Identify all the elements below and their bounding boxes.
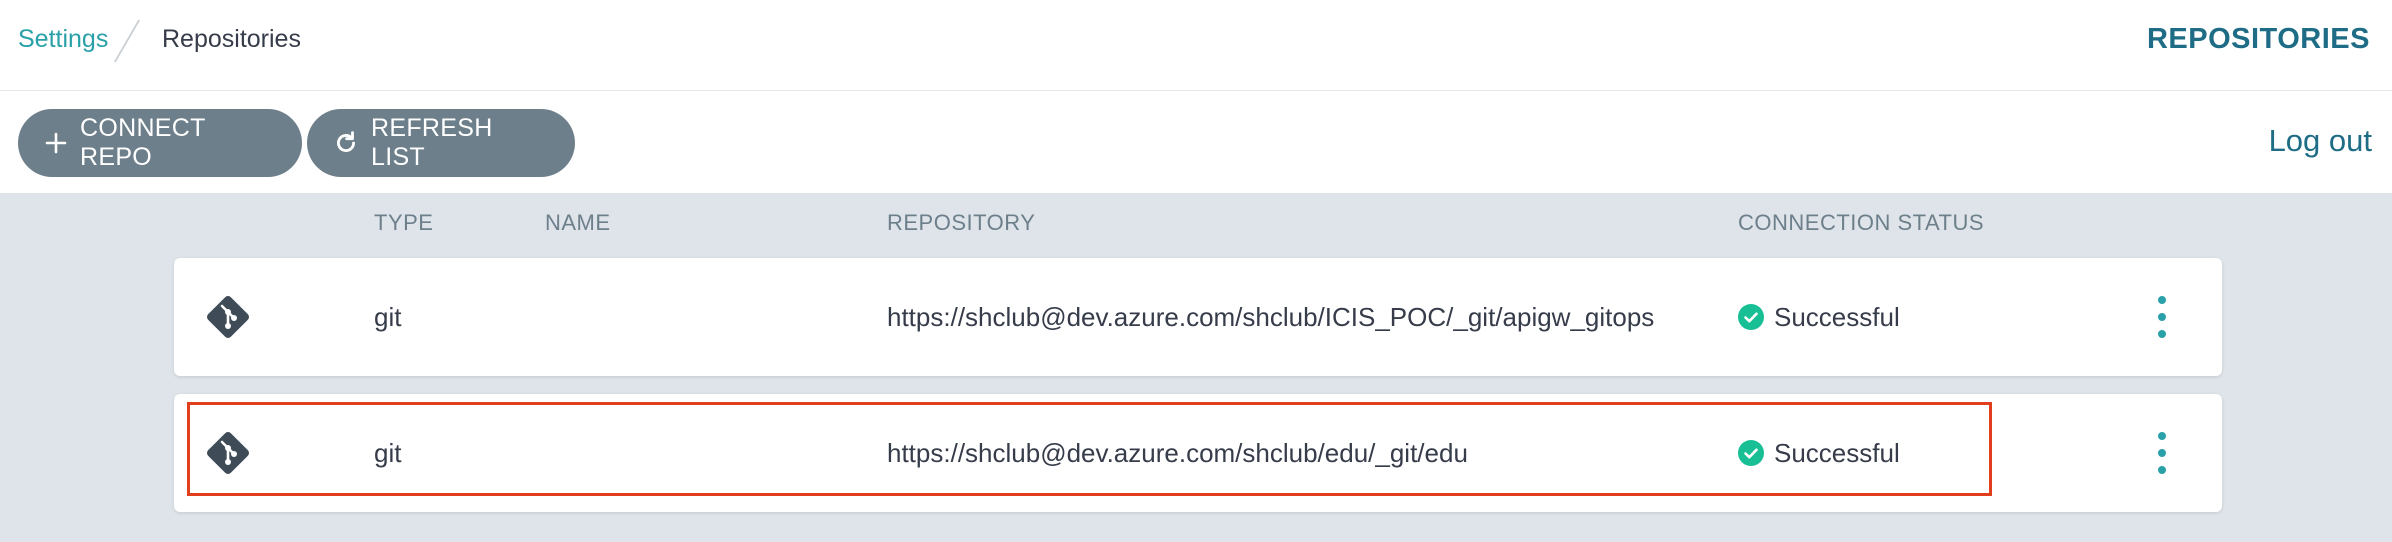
refresh-list-button[interactable]: REFRESH LIST	[307, 109, 575, 177]
connection-status: Successful	[1738, 436, 1900, 470]
table-row[interactable]: git https://shclub@dev.azure.com/shclub/…	[174, 258, 2222, 376]
repo-url: https://shclub@dev.azure.com/shclub/edu/…	[887, 438, 1468, 468]
breadcrumb-separator	[113, 20, 141, 62]
column-header-name: NAME	[545, 210, 611, 235]
repo-type: git	[374, 438, 402, 468]
git-icon	[207, 432, 249, 474]
connect-repo-button[interactable]: CONNECT REPO	[18, 109, 302, 177]
git-icon	[207, 296, 249, 338]
refresh-list-label: REFRESH LIST	[371, 114, 493, 171]
repo-type: git	[374, 302, 402, 332]
column-header-type: TYPE	[374, 210, 434, 235]
repo-url: https://shclub@dev.azure.com/shclub/ICIS…	[887, 302, 1655, 332]
breadcrumb-current: Repositories	[162, 25, 301, 53]
toolbar: CONNECT REPO REFRESH LIST Log out	[0, 91, 2392, 194]
column-header-connection-status: CONNECTION STATUS	[1738, 210, 1985, 235]
status-label: Successful	[1774, 438, 1900, 468]
repositories-table: TYPE NAME REPOSITORY CONNECTION STATUS g…	[0, 194, 2392, 542]
top-bar: Settings Repositories REPOSITORIES	[0, 0, 2392, 91]
check-circle-icon	[1738, 440, 1764, 466]
connection-status: Successful	[1738, 300, 1900, 334]
breadcrumb-settings-link[interactable]: Settings	[18, 22, 108, 56]
column-header-repository: REPOSITORY	[887, 210, 1036, 235]
page-title: REPOSITORIES	[2146, 23, 2370, 55]
row-menu-icon[interactable]	[2154, 432, 2170, 474]
plus-icon	[44, 131, 68, 155]
refresh-icon	[333, 130, 359, 156]
logout-link[interactable]: Log out	[2269, 121, 2372, 161]
check-circle-icon	[1738, 304, 1764, 330]
status-label: Successful	[1774, 302, 1900, 332]
table-row[interactable]: git https://shclub@dev.azure.com/shclub/…	[174, 394, 2222, 512]
connect-repo-label: CONNECT REPO	[80, 114, 206, 171]
row-menu-icon[interactable]	[2154, 296, 2170, 338]
